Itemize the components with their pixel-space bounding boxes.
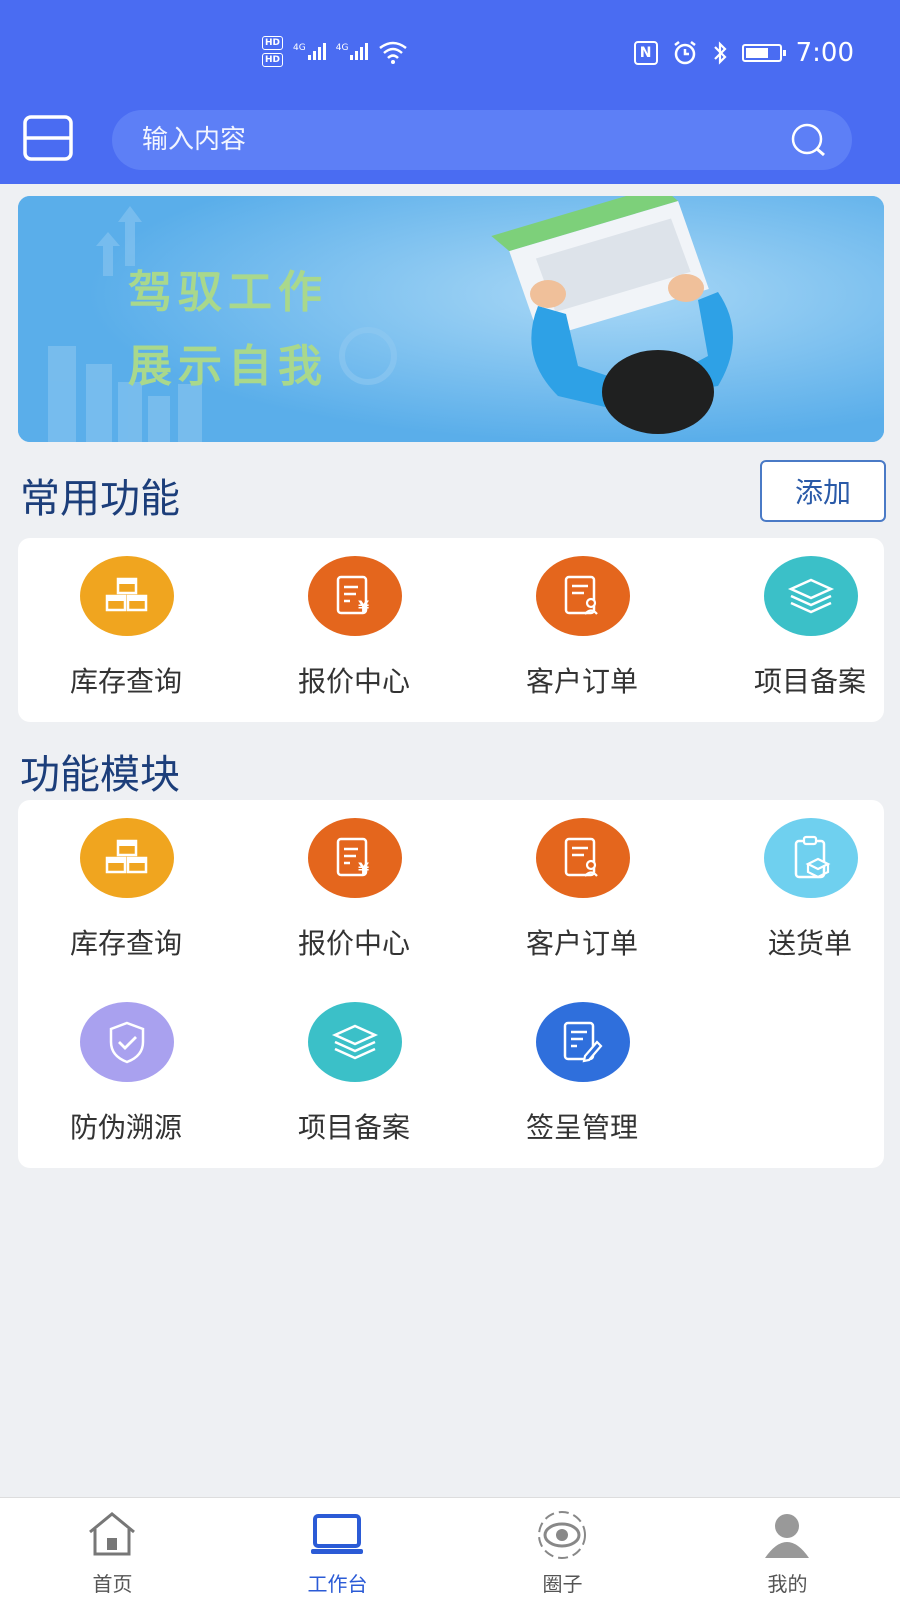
grid-item-customer-order[interactable]: 客户订单: [474, 818, 690, 960]
nav-label: 我的: [767, 1572, 808, 1596]
hd-badge: HD: [262, 36, 284, 50]
bluetooth-icon: [713, 41, 727, 65]
function-modules-card: 库存查询 ¥ 报价中心 客户订单 送货单 防伪溯源 项目备案 签呈管理: [18, 800, 884, 1168]
nav-item-workbench[interactable]: 工作台: [225, 1498, 450, 1600]
sign-icon: [563, 1021, 603, 1063]
search-icon[interactable]: [788, 122, 828, 158]
banner-slogan-line1: 驾驭工作: [128, 267, 328, 318]
laptop-icon: [311, 1514, 363, 1554]
icon-circle: [536, 818, 630, 898]
grid-item-quote-center[interactable]: ¥ 报价中心: [246, 818, 462, 960]
icon-circle: [80, 556, 174, 636]
signal-icon: 4G: [293, 43, 326, 60]
icon-circle: [80, 1002, 174, 1082]
hd-badges: HD HD: [262, 36, 284, 67]
signal-icon: 4G: [336, 43, 369, 60]
wifi-icon: [379, 41, 408, 64]
nav-item-circle[interactable]: 圈子: [450, 1498, 675, 1600]
grid-item-project-filing[interactable]: 项目备案: [246, 1002, 462, 1144]
nav-label: 工作台: [307, 1572, 368, 1596]
layers-icon: [787, 578, 835, 614]
icon-circle: ¥: [308, 818, 402, 898]
nfc-icon: N: [633, 41, 658, 65]
grid-item-label: 库存查询: [69, 927, 182, 960]
nav-item-home[interactable]: 首页: [0, 1498, 225, 1600]
promo-banner[interactable]: 驾驭工作 展示自我: [18, 196, 884, 442]
icon-circle: ¥: [308, 556, 402, 636]
common-functions-card: 库存查询 ¥ 报价中心 客户订单 项目备案: [18, 538, 884, 722]
status-left: HD HD 4G 4G: [262, 36, 408, 67]
search-input[interactable]: [142, 110, 762, 170]
svg-text:¥: ¥: [358, 859, 369, 878]
app-root: HD HD 4G 4G N 7:00 输入内容 驾驭工作 展示自我 常用功能 添…: [0, 0, 900, 1600]
icon-circle: [764, 556, 858, 636]
svg-text:¥: ¥: [358, 597, 369, 616]
order-icon: [564, 837, 598, 877]
grid-item-project-filing[interactable]: 项目备案: [702, 556, 900, 698]
grid-item-quote-center[interactable]: ¥ 报价中心: [246, 556, 462, 698]
grid-item-label: 防伪溯源: [69, 1111, 182, 1144]
grid-item-label: 客户订单: [525, 927, 638, 960]
grid-item-delivery-note[interactable]: 送货单: [702, 818, 900, 960]
status-right: N 7:00: [633, 38, 854, 68]
delivery-icon: [794, 835, 831, 879]
status-bar: HD HD 4G 4G N 7:00: [0, 28, 900, 78]
order-icon: [564, 575, 598, 615]
grid-item-label: 报价中心: [297, 665, 410, 698]
header: HD HD 4G 4G N 7:00 输入内容: [0, 0, 900, 184]
scan-icon[interactable]: [22, 114, 74, 162]
icon-circle: [536, 1002, 630, 1082]
nav-label: 圈子: [542, 1572, 583, 1596]
network-label: 4G: [293, 43, 306, 53]
grid-item-label: 库存查询: [69, 665, 182, 698]
icon-circle: [536, 556, 630, 636]
circle-eye-icon: [538, 1511, 586, 1559]
layers-icon: [331, 1024, 379, 1060]
grid-item-sign-management[interactable]: 签呈管理: [474, 1002, 690, 1144]
add-button[interactable]: 添加: [760, 460, 886, 522]
grid-item-label: 项目备案: [753, 665, 866, 698]
function-modules-title: 功能模块: [20, 752, 180, 798]
grid-item-label: 报价中心: [297, 927, 410, 960]
battery-icon: [741, 44, 786, 62]
grid-item-inventory[interactable]: 库存查询: [18, 818, 234, 960]
shield-icon: [109, 1021, 145, 1064]
grid-item-label: 送货单: [767, 927, 852, 960]
grid-item-anti-counterfeit[interactable]: 防伪溯源: [18, 1002, 234, 1144]
banner-slogan-line2: 展示自我: [128, 341, 328, 392]
grid-item-customer-order[interactable]: 客户订单: [474, 556, 690, 698]
quote-icon: ¥: [336, 837, 369, 878]
boxes-icon: [105, 577, 148, 612]
search-bar[interactable]: [112, 110, 852, 170]
alarm-icon: [673, 41, 696, 65]
clock-time: 7:00: [795, 38, 854, 68]
home-icon: [89, 1512, 135, 1556]
hd-badge: HD: [262, 53, 284, 67]
bottom-nav: 首页 工作台 圈子 我的: [0, 1497, 900, 1600]
quote-icon: ¥: [336, 575, 369, 616]
grid-item-label: 客户订单: [525, 665, 638, 698]
icon-circle: [80, 818, 174, 898]
network-label: 4G: [335, 43, 349, 53]
nav-item-mine[interactable]: 我的: [675, 1498, 900, 1600]
grid-item-label: 签呈管理: [525, 1111, 638, 1144]
grid-item-inventory[interactable]: 库存查询: [18, 556, 234, 698]
user-icon: [765, 1514, 809, 1558]
icon-circle: [308, 1002, 402, 1082]
icon-circle: [764, 818, 858, 898]
boxes-icon: [105, 839, 148, 874]
nav-label: 首页: [92, 1572, 133, 1596]
grid-item-label: 项目备案: [297, 1111, 410, 1144]
common-functions-title: 常用功能: [20, 476, 180, 522]
